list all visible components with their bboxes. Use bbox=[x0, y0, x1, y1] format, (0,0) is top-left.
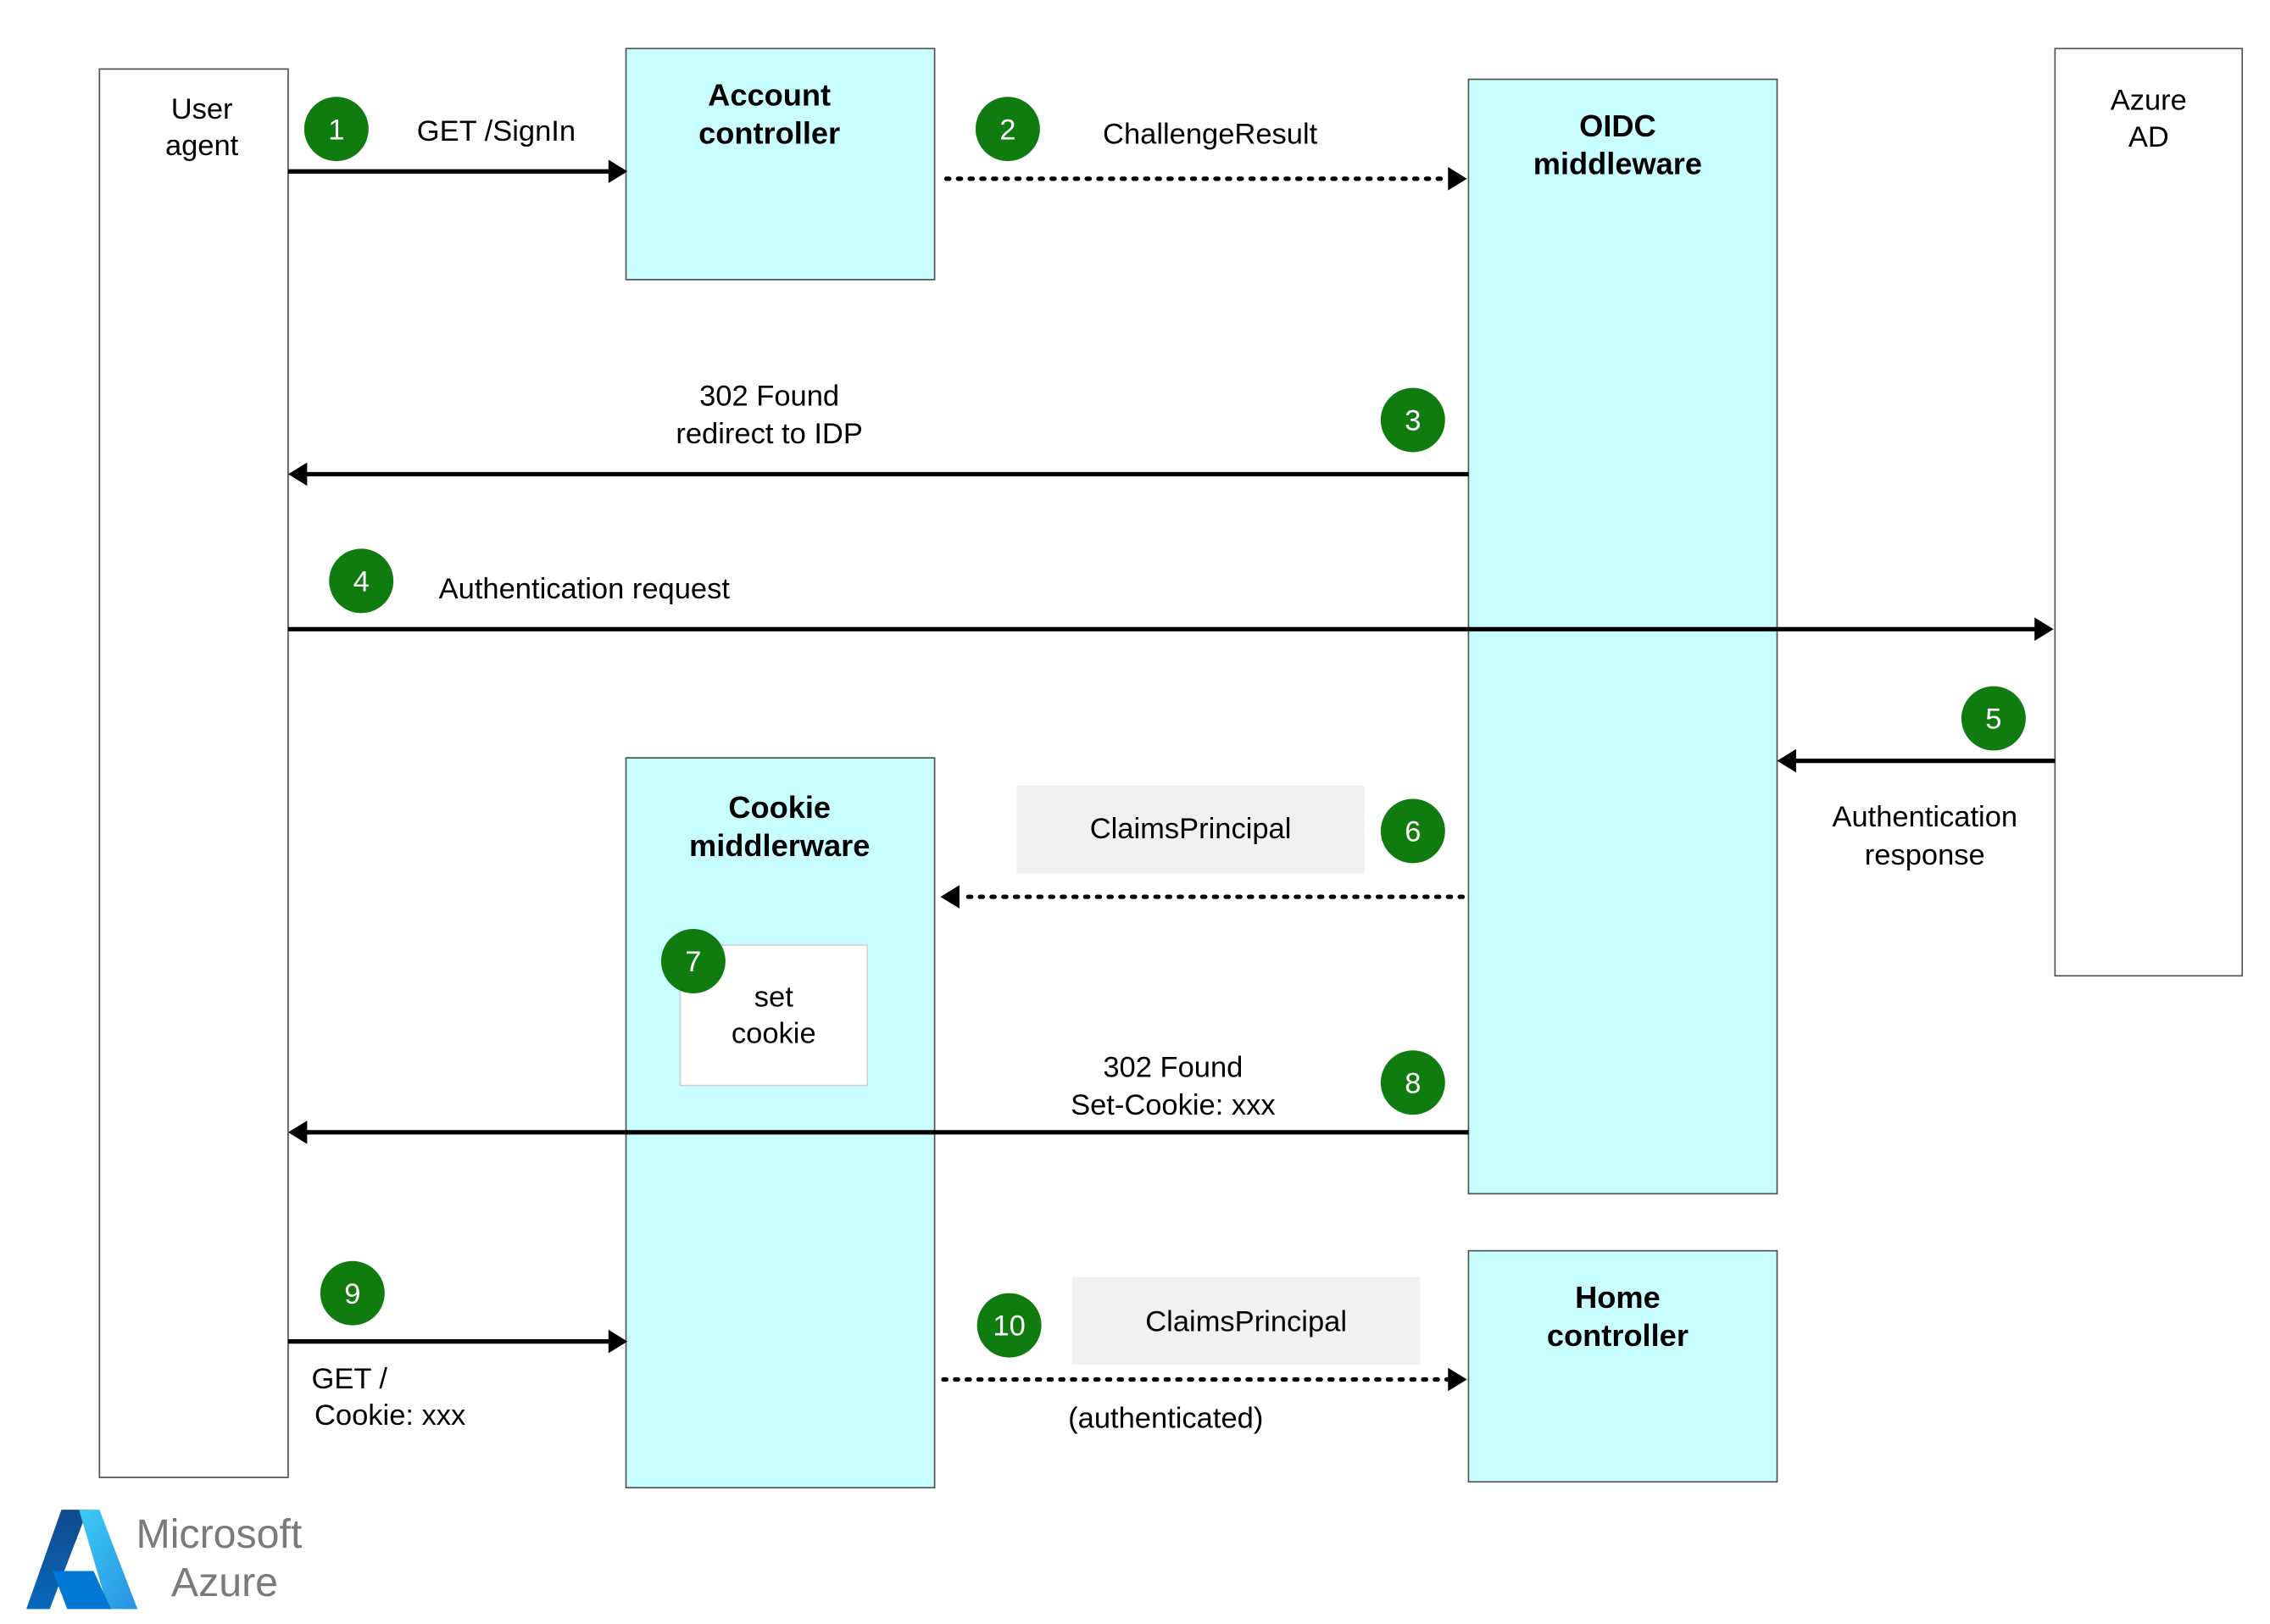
step-badge-4: 4 bbox=[329, 548, 394, 614]
step-2-label: ChallengeResult bbox=[1103, 118, 1318, 150]
step-10-label: ClaimsPrincipal bbox=[1145, 1306, 1347, 1338]
step-4-arrow bbox=[287, 617, 2054, 642]
home-controller-label-2: controller bbox=[1547, 1318, 1689, 1353]
azure-logo-icon bbox=[26, 1510, 138, 1610]
step-1-label: GET /SignIn bbox=[417, 115, 576, 147]
step-10-sublabel: (authenticated) bbox=[1068, 1402, 1263, 1434]
user-agent-box: User agent bbox=[98, 68, 289, 1478]
step-badge-1: 1 bbox=[303, 97, 369, 162]
oidc-middleware-label-2: middleware bbox=[1533, 147, 1702, 181]
step-3-arrow bbox=[287, 462, 1469, 487]
svg-text:8: 8 bbox=[1405, 1067, 1421, 1099]
set-cookie-label-2: cookie bbox=[732, 1018, 816, 1050]
step-2-arrow bbox=[943, 167, 1467, 191]
step-9-label-1: GET / bbox=[312, 1363, 388, 1395]
account-controller-label-1: Account bbox=[708, 78, 831, 113]
svg-text:5: 5 bbox=[1985, 704, 2001, 736]
step-3-label-2: redirect to IDP bbox=[676, 418, 863, 450]
step-6-label: ClaimsPrincipal bbox=[1090, 813, 1292, 845]
svg-text:9: 9 bbox=[344, 1278, 360, 1310]
step-badge-9: 9 bbox=[320, 1260, 385, 1326]
svg-text:10: 10 bbox=[993, 1310, 1025, 1343]
svg-text:6: 6 bbox=[1405, 816, 1421, 848]
home-controller-box: Home controller bbox=[1467, 1249, 1778, 1483]
logo-text-microsoft: Microsoft bbox=[136, 1511, 302, 1557]
account-controller-box: Account controller bbox=[625, 47, 936, 281]
logo-text-azure: Azure bbox=[171, 1560, 278, 1605]
step-3-label-1: 302 Found bbox=[699, 380, 839, 412]
step-9-arrow bbox=[287, 1329, 628, 1354]
sequence-diagram: User agent Account controller OIDC middl… bbox=[26, 47, 2244, 1610]
oidc-middleware-box: OIDC middleware bbox=[1467, 78, 1778, 1195]
set-cookie-label-1: set bbox=[754, 981, 793, 1013]
step-5-arrow bbox=[1777, 748, 2056, 773]
svg-text:3: 3 bbox=[1405, 405, 1421, 437]
cookie-middleware-box: Cookie middlerware bbox=[625, 757, 936, 1489]
oidc-middleware-label-1: OIDC bbox=[1579, 108, 1656, 143]
step-8-label-2: Set-Cookie: xxx bbox=[1071, 1089, 1276, 1121]
account-controller-label-2: controller bbox=[698, 115, 840, 150]
cookie-middleware-label-2: middlerware bbox=[689, 828, 870, 863]
step-5-label-2: response bbox=[1865, 839, 1985, 871]
svg-text:1: 1 bbox=[328, 114, 344, 146]
step-badge-8: 8 bbox=[1380, 1050, 1445, 1115]
user-agent-label-1: User bbox=[171, 93, 233, 125]
step-4-label: Authentication request bbox=[439, 573, 731, 605]
svg-text:7: 7 bbox=[685, 946, 701, 978]
user-agent-label-2: agent bbox=[165, 130, 239, 162]
cookie-middleware-label-1: Cookie bbox=[728, 790, 831, 825]
step-badge-3: 3 bbox=[1380, 387, 1445, 453]
step-9-label-2: Cookie: xxx bbox=[314, 1399, 465, 1432]
step-badge-5: 5 bbox=[1961, 686, 2026, 751]
step-8-label-1: 302 Found bbox=[1103, 1051, 1243, 1083]
svg-text:4: 4 bbox=[353, 565, 370, 598]
step-badge-2: 2 bbox=[975, 97, 1040, 162]
step-6-arrow bbox=[940, 885, 1466, 909]
step-badge-6: 6 bbox=[1380, 798, 1445, 864]
step-badge-7: 7 bbox=[660, 929, 726, 993]
azure-ad-label-2: AD bbox=[2128, 121, 2169, 153]
step-5-label-1: Authentication bbox=[1832, 801, 2017, 833]
azure-ad-box: Azure AD bbox=[2054, 47, 2244, 977]
home-controller-label-1: Home bbox=[1575, 1280, 1661, 1315]
azure-ad-label-1: Azure bbox=[2111, 85, 2187, 117]
step-badge-10: 10 bbox=[976, 1293, 1042, 1358]
svg-text:2: 2 bbox=[999, 114, 1015, 146]
step-1-arrow bbox=[287, 159, 628, 184]
step-10-arrow bbox=[941, 1367, 1467, 1392]
